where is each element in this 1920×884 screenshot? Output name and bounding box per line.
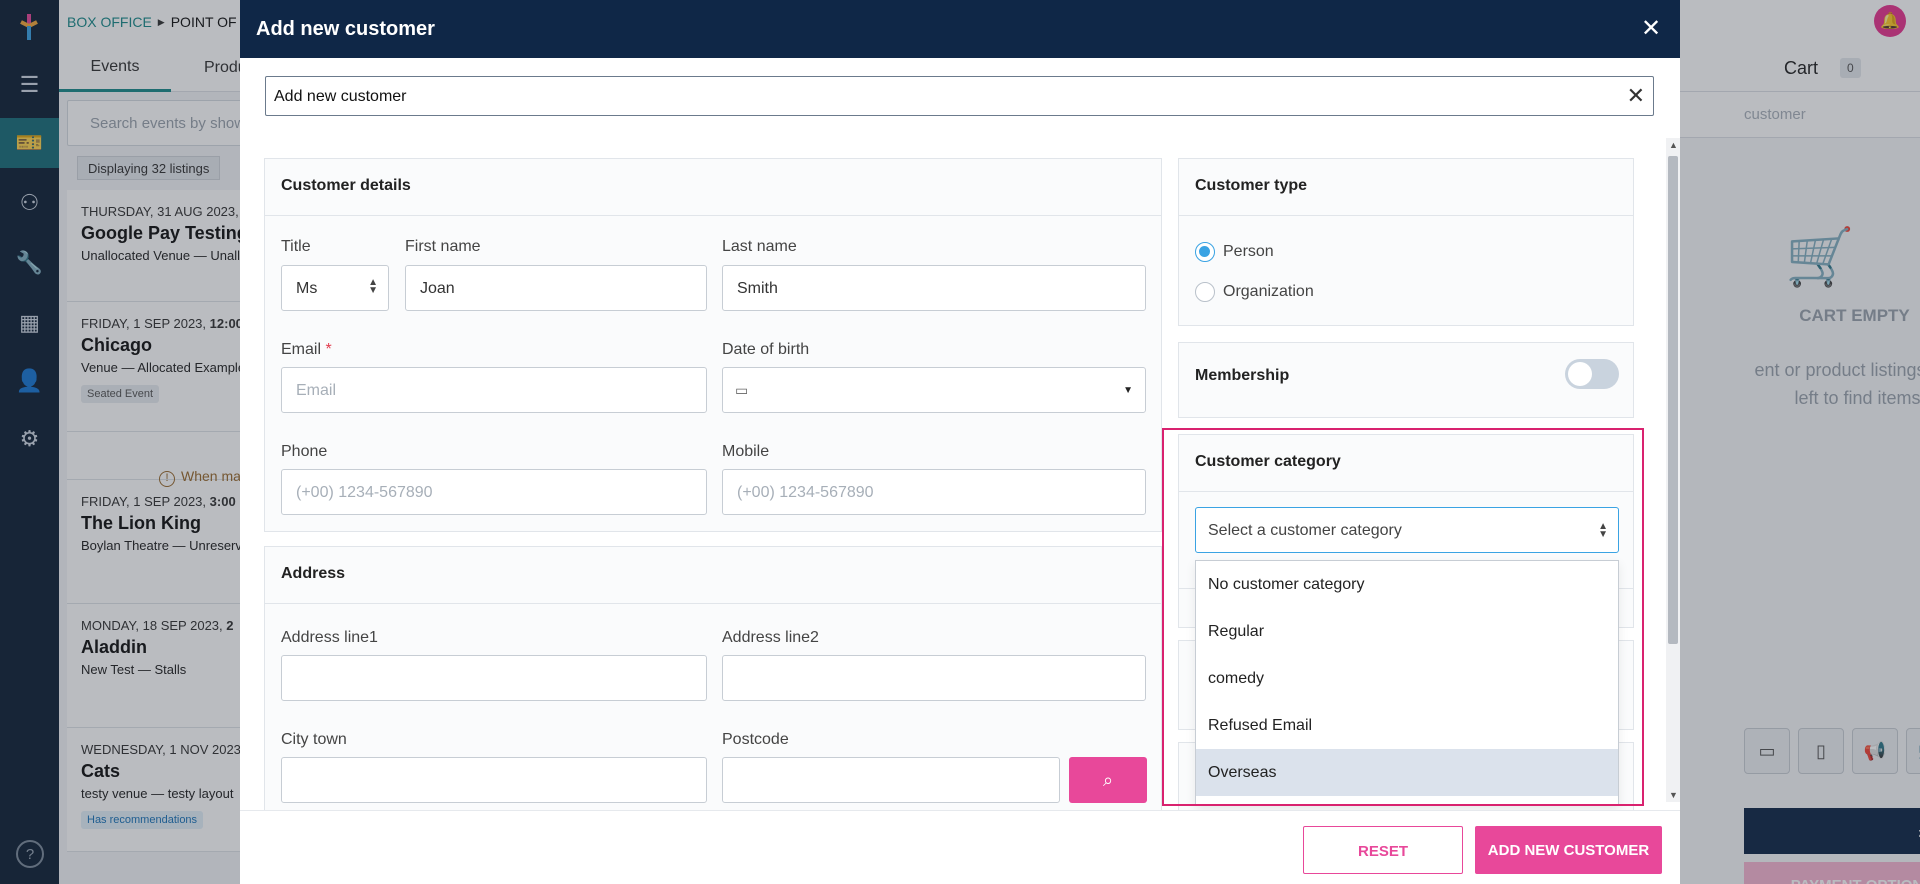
membership-heading: Membership	[1195, 367, 1290, 384]
customer-search-value: Add new customer	[274, 88, 407, 105]
customer-details-card: Customer details Title Ms ▲ ▼ First name …	[264, 158, 1162, 532]
search-icon: ⌕	[1102, 769, 1114, 790]
modal-header: Add new customer ✕	[240, 0, 1680, 58]
reset-button[interactable]: RESET	[1303, 826, 1463, 874]
first-name-field[interactable]: Joan	[405, 265, 707, 311]
organization-radio-label[interactable]: Organization	[1223, 283, 1314, 301]
title-select[interactable]: Ms ▲ ▼	[281, 265, 389, 311]
divider	[265, 603, 1161, 604]
mobile-field[interactable]: (+00) 1234-567890	[722, 469, 1146, 515]
title-label: Title	[281, 238, 311, 255]
category-option[interactable]: comedy	[1196, 655, 1618, 702]
divider	[265, 215, 1161, 216]
email-field[interactable]: Email	[281, 367, 707, 413]
sort-arrows-icon: ▲ ▼	[368, 277, 378, 296]
person-radio-label[interactable]: Person	[1223, 243, 1274, 261]
mobile-label: Mobile	[722, 443, 770, 460]
address-line2-label: Address line2	[722, 629, 819, 646]
postcode-label: Postcode	[722, 731, 789, 748]
modal-footer	[240, 810, 1680, 884]
clear-icon[interactable]: ✕	[1627, 83, 1645, 109]
scroll-down-icon[interactable]: ▼	[1669, 790, 1678, 800]
customer-type-heading: Customer type	[1195, 177, 1308, 194]
modal-title: Add new customer	[256, 18, 435, 40]
membership-toggle[interactable]	[1565, 359, 1619, 389]
divider	[1179, 215, 1633, 216]
required-marker: *	[325, 341, 332, 358]
scrollbar-thumb[interactable]	[1668, 156, 1678, 644]
customer-category-placeholder: Select a customer category	[1208, 522, 1402, 539]
customer-category-select[interactable]: Select a customer category ▲ ▼	[1195, 507, 1619, 553]
divider	[1179, 491, 1633, 492]
calendar-icon: ▭	[735, 382, 749, 398]
membership-card: Membership	[1178, 342, 1634, 418]
address-card: Address Address line1 Address line2 City…	[264, 546, 1162, 810]
dob-label: Date of birth	[722, 341, 810, 358]
postcode-search-button[interactable]: ⌕	[1069, 757, 1147, 803]
organization-radio[interactable]	[1195, 282, 1215, 302]
add-new-customer-button[interactable]: ADD NEW CUSTOMER	[1475, 826, 1662, 874]
dob-picker[interactable]: ▭ ▼	[722, 367, 1146, 413]
address-heading: Address	[281, 565, 346, 582]
first-name-label: First name	[405, 238, 481, 255]
customer-type-card: Customer type Person Organization	[1178, 158, 1634, 326]
category-option-highlighted[interactable]: Overseas	[1196, 749, 1618, 796]
city-field[interactable]	[281, 757, 707, 803]
address-line1-field[interactable]	[281, 655, 707, 701]
phone-label: Phone	[281, 443, 328, 460]
customer-category-heading: Customer category	[1195, 453, 1341, 470]
close-icon[interactable]: ✕	[1636, 14, 1666, 44]
postcode-field[interactable]	[722, 757, 1060, 803]
customer-details-heading: Customer details	[281, 177, 411, 194]
title-select-value: Ms	[296, 280, 318, 297]
scroll-up-icon[interactable]: ▲	[1669, 140, 1678, 150]
address-line2-field[interactable]	[722, 655, 1146, 701]
modal-scrollbar[interactable]: ▲ ▼	[1666, 138, 1680, 802]
add-customer-modal: Add new customer ✕ Add new customer ✕ Cu…	[240, 0, 1680, 884]
customer-category-dropdown: No customer category Regular comedy Refu…	[1195, 560, 1619, 806]
email-label-text: Email	[281, 341, 322, 358]
last-name-label: Last name	[722, 238, 797, 255]
category-option[interactable]: Regular	[1196, 608, 1618, 655]
phone-field[interactable]: (+00) 1234-567890	[281, 469, 707, 515]
customer-search-field[interactable]: Add new customer ✕	[265, 76, 1654, 116]
address-line1-label: Address line1	[281, 629, 378, 646]
last-name-field[interactable]: Smith	[722, 265, 1146, 311]
city-label: City town	[281, 731, 347, 748]
modal-body: Customer details Title Ms ▲ ▼ First name …	[240, 130, 1680, 810]
modal-subheader: Add new customer ✕	[240, 58, 1680, 130]
sort-arrows-icon: ▲ ▼	[1598, 521, 1608, 540]
person-radio[interactable]	[1195, 242, 1215, 262]
category-option[interactable]: No customer category	[1196, 561, 1618, 608]
category-option[interactable]: Refused Email	[1196, 702, 1618, 749]
email-label: Email *	[281, 341, 332, 359]
caret-down-icon: ▼	[1123, 385, 1133, 396]
